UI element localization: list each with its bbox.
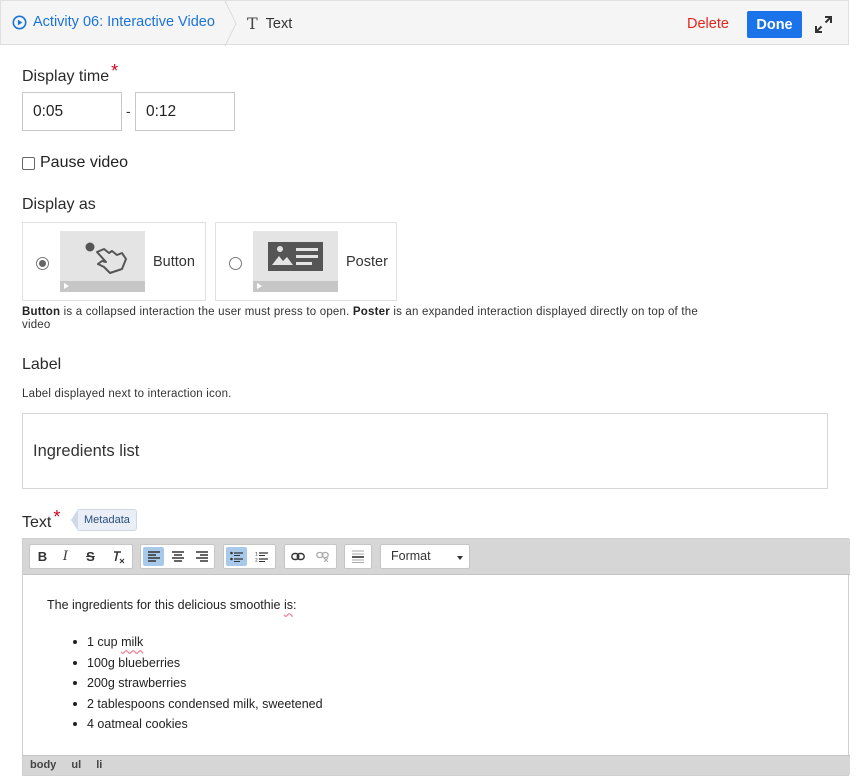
desc-poster-text: is an expanded interaction displayed dir…	[389, 306, 698, 318]
toolbar-group-basic: B I S	[29, 544, 133, 569]
intro-misspelled-word: is	[283, 598, 293, 612]
display-time-label: Display time *	[22, 61, 118, 86]
format-dropdown-label: Format	[391, 549, 431, 563]
chevron-down-icon	[457, 556, 463, 560]
poster-preview-image	[253, 231, 338, 292]
bold-icon[interactable]: B	[32, 547, 53, 566]
format-dropdown[interactable]: Format	[380, 544, 470, 569]
list-item-text: 200g strawberries	[87, 676, 187, 691]
text-field-title-text: Text	[22, 514, 52, 531]
button-preview-playbar	[60, 281, 145, 292]
list-item-text: 2 tablespoons condensed milk, sweetened	[87, 696, 323, 711]
display-as-option-poster[interactable]: Poster	[215, 222, 397, 301]
editor-header: Activity 06: Interactive Video T Text De…	[0, 0, 849, 46]
display-as-poster-label: Poster	[346, 254, 388, 270]
path-item-ul[interactable]: ul	[71, 759, 81, 771]
display-time-separator: -	[126, 103, 131, 119]
desc-poster-term: Poster	[352, 306, 390, 318]
align-center-icon[interactable]	[167, 547, 188, 566]
required-marker: *	[111, 61, 119, 81]
intro-colon: :	[292, 598, 297, 612]
display-as-button-radio[interactable]	[36, 257, 49, 270]
list-item-misspelled-word: milk	[121, 635, 144, 649]
desc-button-text: is a collapsed interaction the user must…	[60, 306, 353, 318]
strikethrough-icon[interactable]: S	[80, 547, 101, 566]
align-left-icon[interactable]	[143, 547, 164, 566]
display-as-button-label: Button	[153, 254, 195, 270]
svg-text:1: 1	[255, 552, 258, 558]
display-as-poster-radio[interactable]	[229, 257, 242, 270]
list-item: 1 cup milk	[73, 632, 323, 653]
label-field-title: Label	[22, 356, 62, 373]
remove-format-icon[interactable]	[107, 547, 128, 566]
desc-button-term: Button	[22, 306, 61, 318]
list-item: 200g strawberries	[73, 673, 323, 694]
editor-toolbar: B I S 12 Format	[23, 539, 850, 575]
numbered-list-icon[interactable]: 12	[251, 547, 272, 566]
toolbar-group-lists: 12	[223, 544, 276, 569]
toolbar-group-links	[284, 544, 337, 569]
metadata-tag-tip	[71, 509, 78, 531]
required-marker: *	[53, 507, 61, 527]
display-as-description: Button is a collapsed interaction the us…	[22, 306, 698, 332]
poster-preview-playbar	[253, 281, 338, 292]
intro-text: The ingredients for this delicious smoot…	[47, 598, 284, 612]
path-item-li[interactable]: li	[96, 759, 102, 771]
pause-video-field[interactable]: Pause video	[22, 154, 128, 172]
breadcrumb-activity[interactable]: Activity 06: Interactive Video	[12, 14, 215, 30]
label-input[interactable]: Ingredients list	[22, 413, 828, 489]
label-field-hint: Label displayed next to interaction icon…	[22, 388, 232, 400]
rich-text-editor: B I S 12 Format The ingredients for this…	[22, 538, 850, 776]
pause-video-checkbox[interactable]	[22, 156, 35, 170]
breadcrumb-current-label: Text	[265, 15, 293, 32]
play-circle-icon	[12, 15, 27, 29]
italic-icon[interactable]: I	[55, 547, 76, 566]
display-time-label-text: Display time	[22, 68, 110, 85]
list-item: 2 tablespoons condensed milk, sweetened	[73, 694, 323, 715]
breadcrumb-current: T Text	[247, 14, 292, 33]
desc-poster-text-2: video	[22, 319, 51, 331]
breadcrumb-separator-icon	[224, 1, 237, 46]
toolbar-group-align	[140, 544, 215, 569]
button-preview-image	[60, 231, 145, 292]
metadata-button[interactable]: Metadata	[71, 509, 137, 531]
pause-video-label: Pause video	[40, 154, 129, 171]
fullscreen-icon[interactable]	[814, 15, 833, 34]
display-as-label: Display as	[22, 196, 96, 213]
editor-intro-paragraph: The ingredients for this delicious smoot…	[47, 598, 296, 612]
list-item: 4 oatmeal cookies	[73, 714, 323, 735]
link-icon[interactable]	[287, 547, 308, 566]
list-item-text: 4 oatmeal cookies	[87, 717, 188, 732]
svg-text:2: 2	[255, 558, 258, 563]
toolbar-group-rule	[344, 544, 372, 569]
metadata-button-label: Metadata	[78, 509, 137, 531]
path-item-body[interactable]: body	[30, 759, 56, 771]
text-field-title: Text *	[22, 507, 60, 532]
breadcrumb-activity-label: Activity 06: Interactive Video	[33, 14, 215, 30]
list-item: 100g blueberries	[73, 653, 323, 674]
ingredients-list: 1 cup milk 100g blueberries 200g strawbe…	[73, 632, 323, 735]
bulleted-list-icon[interactable]	[226, 547, 247, 566]
display-time-end-input[interactable]: 0:12	[135, 92, 235, 131]
done-button[interactable]: Done	[747, 11, 802, 38]
align-right-icon[interactable]	[191, 547, 212, 566]
editor-content[interactable]: The ingredients for this delicious smoot…	[23, 576, 850, 757]
list-item-text: 1 cup	[87, 635, 122, 649]
list-item-text: 100g blueberries	[87, 655, 181, 670]
poster-image-icon	[268, 242, 323, 271]
display-as-option-button[interactable]: Button	[22, 222, 206, 301]
horizontal-rule-icon[interactable]	[347, 547, 368, 566]
delete-button[interactable]: Delete	[687, 16, 729, 32]
text-type-icon: T	[247, 14, 258, 33]
hand-pointer-icon	[85, 242, 127, 274]
unlink-icon[interactable]	[312, 547, 333, 566]
display-time-start-input[interactable]: 0:05	[22, 92, 122, 131]
element-path-bar: body ul li	[23, 755, 850, 775]
